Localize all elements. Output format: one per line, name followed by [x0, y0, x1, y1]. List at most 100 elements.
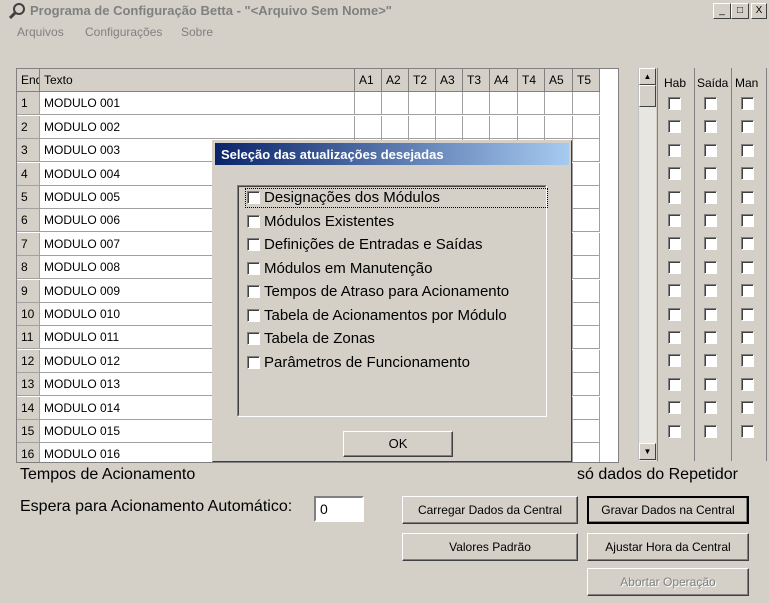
hab-checkbox[interactable]: [668, 260, 681, 274]
saida-checkbox[interactable]: [704, 401, 717, 415]
grid-value-cell[interactable]: [573, 233, 600, 256]
option-checkbox[interactable]: [247, 261, 260, 275]
option-row[interactable]: Tabela de Acionamentos por Módulo: [247, 306, 507, 326]
grid-value-cell[interactable]: [545, 116, 573, 139]
option-row[interactable]: Tabela de Zonas: [247, 329, 375, 349]
grid-value-cell[interactable]: [573, 350, 600, 373]
option-checkbox[interactable]: [247, 308, 260, 322]
hab-checkbox[interactable]: [668, 167, 681, 181]
grid-value-cell[interactable]: [490, 116, 518, 139]
saida-checkbox[interactable]: [704, 167, 717, 181]
grid-value-cell[interactable]: [573, 163, 600, 186]
menu-configuracoes[interactable]: Configurações: [85, 25, 162, 39]
saida-checkbox[interactable]: [704, 260, 717, 274]
grid-value-cell[interactable]: [518, 92, 545, 115]
grid-value-cell[interactable]: [463, 116, 490, 139]
grid-value-cell[interactable]: [409, 92, 436, 115]
grid-value-cell[interactable]: [573, 92, 600, 115]
man-checkbox[interactable]: [741, 377, 754, 391]
grid-value-cell[interactable]: [490, 92, 518, 115]
option-row[interactable]: Designações dos Módulos: [247, 188, 440, 208]
man-checkbox[interactable]: [741, 167, 754, 181]
man-checkbox[interactable]: [741, 190, 754, 204]
option-checkbox[interactable]: [247, 285, 260, 298]
man-checkbox[interactable]: [741, 237, 754, 251]
hab-checkbox[interactable]: [668, 190, 681, 204]
grid-value-cell[interactable]: [573, 443, 600, 462]
grid-text-cell[interactable]: MODULO 001: [40, 92, 355, 115]
scroll-down-button[interactable]: ▼: [639, 443, 656, 460]
scroll-thumb[interactable]: [639, 85, 656, 107]
grid-value-cell[interactable]: [573, 373, 600, 396]
man-checkbox[interactable]: [741, 354, 754, 368]
gravar-button[interactable]: Gravar Dados na Central: [587, 496, 749, 524]
man-checkbox[interactable]: [741, 143, 754, 157]
hab-checkbox[interactable]: [668, 307, 681, 321]
saida-checkbox[interactable]: [704, 237, 717, 251]
grid-scrollbar[interactable]: ▲ ▼: [638, 68, 656, 461]
grid-value-cell[interactable]: [382, 92, 409, 115]
hab-checkbox[interactable]: [668, 237, 681, 251]
option-checkbox[interactable]: [247, 214, 260, 228]
hab-checkbox[interactable]: [668, 214, 681, 227]
grid-value-cell[interactable]: [573, 420, 600, 443]
grid-value-cell[interactable]: [355, 116, 382, 139]
hab-checkbox[interactable]: [668, 97, 681, 110]
option-checkbox[interactable]: [247, 191, 260, 204]
grid-value-cell[interactable]: [573, 256, 600, 279]
grid-value-cell[interactable]: [409, 116, 436, 139]
grid-value-cell[interactable]: [355, 92, 382, 115]
hab-checkbox[interactable]: [668, 377, 681, 391]
close-button[interactable]: X: [751, 3, 767, 19]
option-checkbox[interactable]: [247, 238, 260, 251]
saida-checkbox[interactable]: [704, 377, 717, 391]
option-row[interactable]: Tempos de Atraso para Acionamento: [247, 282, 509, 302]
option-checkbox[interactable]: [247, 355, 260, 369]
grid-value-cell[interactable]: [573, 326, 600, 349]
saida-checkbox[interactable]: [704, 143, 717, 157]
grid-value-cell[interactable]: [573, 116, 600, 139]
saida-checkbox[interactable]: [704, 284, 717, 298]
man-checkbox[interactable]: [741, 214, 754, 227]
option-row[interactable]: Definições de Entradas e Saídas: [247, 235, 482, 255]
grid-value-cell[interactable]: [436, 116, 463, 139]
hab-checkbox[interactable]: [668, 331, 681, 344]
saida-checkbox[interactable]: [704, 424, 717, 438]
hab-checkbox[interactable]: [668, 143, 681, 157]
grid-value-cell[interactable]: [382, 116, 409, 139]
minimize-button[interactable]: _: [713, 3, 731, 19]
espera-input[interactable]: 0: [314, 496, 364, 522]
hab-checkbox[interactable]: [668, 354, 681, 368]
valores-padrao-button[interactable]: Valores Padrão: [402, 533, 578, 561]
man-checkbox[interactable]: [741, 401, 754, 415]
saida-checkbox[interactable]: [704, 190, 717, 204]
option-row[interactable]: Módulos em Manutenção: [247, 259, 432, 279]
grid-value-cell[interactable]: [463, 92, 490, 115]
grid-value-cell[interactable]: [573, 303, 600, 326]
man-checkbox[interactable]: [741, 424, 754, 438]
option-checkbox[interactable]: [247, 332, 260, 345]
maximize-button[interactable]: □: [731, 3, 749, 19]
hab-checkbox[interactable]: [668, 284, 681, 298]
saida-checkbox[interactable]: [704, 120, 717, 134]
option-row[interactable]: Parâmetros de Funcionamento: [247, 353, 470, 373]
grid-value-cell[interactable]: [573, 139, 600, 162]
grid-value-cell[interactable]: [436, 92, 463, 115]
man-checkbox[interactable]: [741, 331, 754, 344]
man-checkbox[interactable]: [741, 97, 754, 110]
grid-value-cell[interactable]: [573, 397, 600, 420]
carregar-button[interactable]: Carregar Dados da Central: [402, 496, 578, 524]
man-checkbox[interactable]: [741, 260, 754, 274]
grid-value-cell[interactable]: [573, 280, 600, 303]
man-checkbox[interactable]: [741, 120, 754, 134]
hab-checkbox[interactable]: [668, 424, 681, 438]
saida-checkbox[interactable]: [704, 331, 717, 344]
hab-checkbox[interactable]: [668, 120, 681, 134]
grid-value-cell[interactable]: [518, 116, 545, 139]
menu-sobre[interactable]: Sobre: [181, 25, 213, 39]
saida-checkbox[interactable]: [704, 354, 717, 368]
grid-text-cell[interactable]: MODULO 002: [40, 116, 355, 139]
scroll-up-button[interactable]: ▲: [639, 68, 656, 85]
saida-checkbox[interactable]: [704, 214, 717, 227]
grid-value-cell[interactable]: [573, 209, 600, 232]
